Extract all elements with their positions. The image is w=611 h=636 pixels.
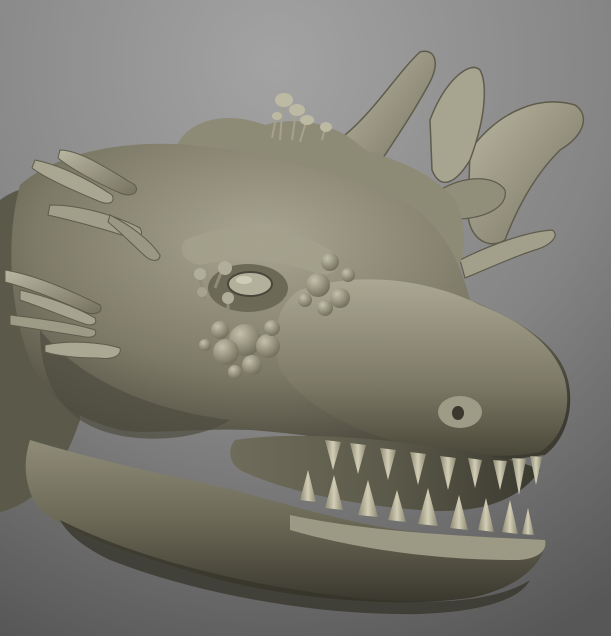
sculpt-scene — [0, 0, 611, 636]
nostril — [452, 406, 464, 420]
eye-highlight — [236, 276, 252, 284]
eye — [227, 271, 273, 297]
sculpt-viewport[interactable] — [0, 0, 611, 636]
